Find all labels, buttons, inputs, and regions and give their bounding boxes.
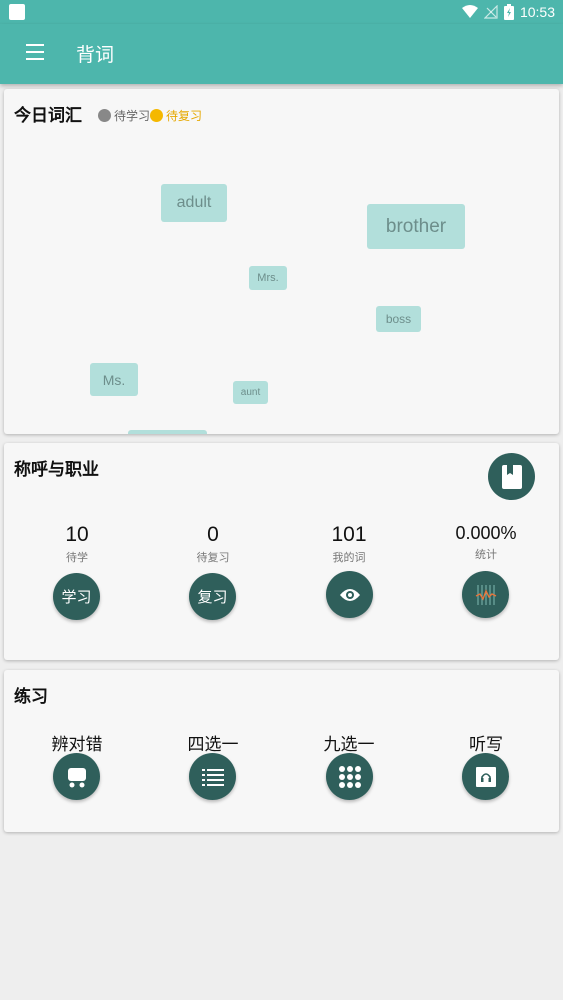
list-icon: [201, 768, 224, 786]
stat-to-learn: 10 待学: [17, 523, 137, 565]
stat-value: 101: [331, 523, 367, 546]
stat-label: 我的词: [332, 551, 366, 564]
chart-icon: [475, 584, 496, 605]
signal-icon: [483, 5, 498, 19]
book-icon: [501, 464, 522, 489]
stat-label: 待学: [66, 551, 88, 564]
legend: 待学习 待复习: [98, 107, 202, 124]
word-tag[interactable]: Ms.: [90, 363, 138, 396]
app-bar: 背词: [0, 24, 563, 84]
hamburger-icon[interactable]: [26, 44, 48, 64]
grid-icon: [338, 765, 361, 788]
practice-label: 四选一: [187, 735, 239, 755]
word-tag[interactable]: aunt: [233, 381, 268, 404]
today-words-card: 今日词汇 待学习 待复习 adult brother Mrs. boss Ms.…: [4, 89, 559, 434]
practice-title: 练习: [14, 687, 48, 707]
category-card: 称呼与职业 10 待学 0 待复习 101 我的词 0.000% 统计 学习 复…: [4, 443, 559, 660]
status-bar: 10:53: [0, 0, 563, 24]
stat-statistics: 0.000% 统计: [426, 523, 546, 562]
category-title: 称呼与职业: [14, 460, 99, 480]
yellow-dot-icon: [150, 109, 164, 122]
notification-icon: [9, 4, 25, 20]
headphones-icon: [475, 766, 496, 787]
wifi-icon: [461, 5, 478, 18]
statistics-button[interactable]: [462, 571, 509, 618]
battery-icon: [503, 4, 514, 20]
practice-label: 听写: [469, 735, 503, 755]
legend-to-review: 待复习: [150, 107, 202, 124]
word-tag[interactable]: boss: [376, 306, 421, 332]
stat-to-review: 0 待复习: [153, 523, 273, 565]
review-button[interactable]: 复习: [189, 573, 236, 620]
my-words-button[interactable]: [326, 571, 373, 618]
stat-label: 统计: [475, 548, 497, 561]
practice-label: 辨对错: [51, 735, 103, 755]
word-tag[interactable]: Mrs.: [249, 266, 287, 290]
word-tag[interactable]: [128, 430, 207, 434]
four-choice-button[interactable]: [189, 753, 236, 800]
nine-choice-button[interactable]: [326, 753, 373, 800]
gray-dot-icon: [98, 109, 111, 122]
stat-value: 0.000%: [455, 523, 517, 543]
cart-icon: [67, 767, 86, 787]
page-title: 背词: [76, 44, 115, 66]
word-tag[interactable]: adult: [161, 184, 227, 222]
status-icons: 10:53: [461, 3, 555, 21]
practice-card: 练习 辨对错 四选一 九选一 听写: [4, 670, 559, 832]
today-words-title: 今日词汇: [14, 106, 82, 126]
true-false-button[interactable]: [53, 753, 100, 800]
dictation-button[interactable]: [462, 753, 509, 800]
legend-to-learn: 待学习: [98, 107, 150, 124]
stat-my-words: 101 我的词: [289, 523, 409, 565]
stat-value: 10: [65, 523, 89, 546]
status-time: 10:53: [519, 4, 555, 20]
learn-button[interactable]: 学习: [53, 573, 100, 620]
eye-icon: [339, 588, 360, 601]
stat-value: 0: [207, 523, 219, 546]
book-button[interactable]: [488, 453, 535, 500]
word-tag[interactable]: brother: [367, 204, 465, 249]
stat-label: 待复习: [196, 551, 230, 564]
practice-label: 九选一: [323, 735, 375, 755]
